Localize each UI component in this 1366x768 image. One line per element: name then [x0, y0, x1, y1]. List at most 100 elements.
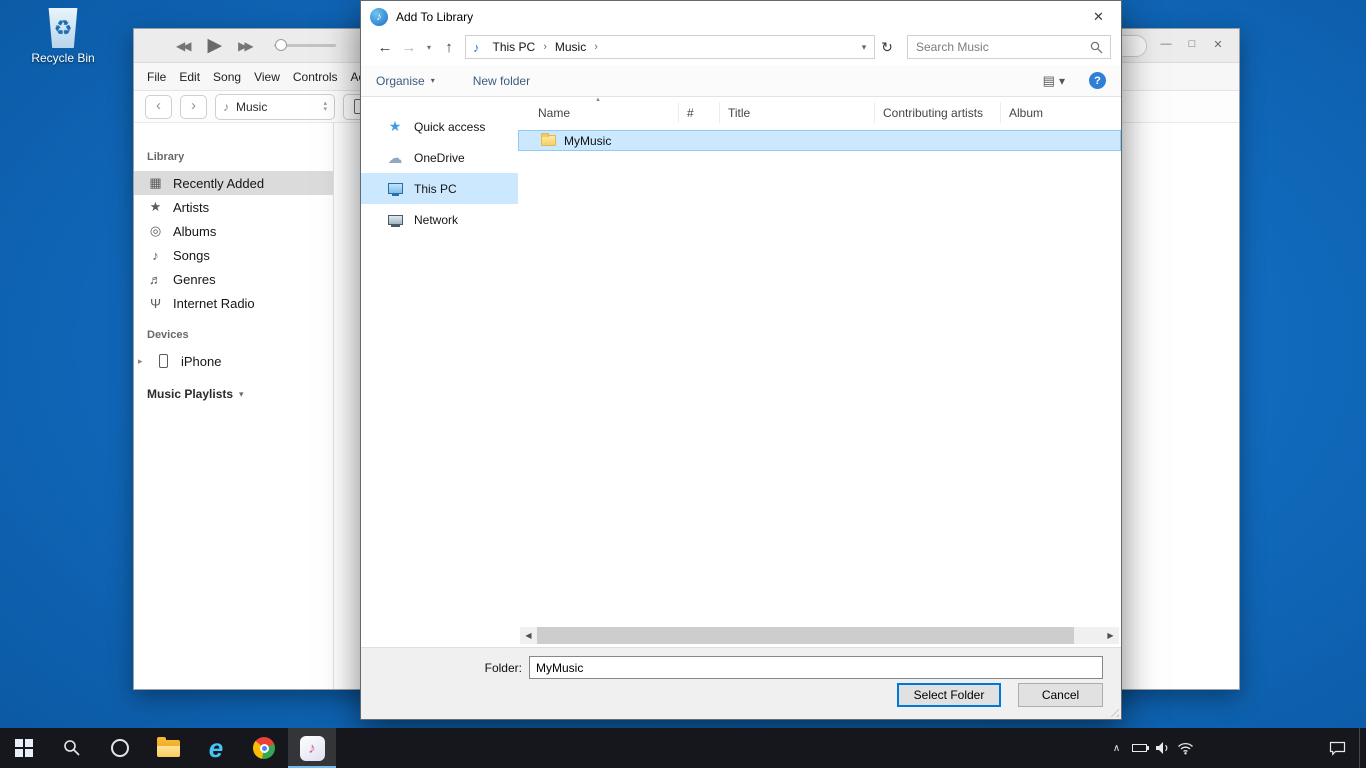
- breadcrumb-this-pc[interactable]: This PC: [486, 40, 543, 54]
- column-album[interactable]: Album: [1001, 102, 1121, 123]
- sidebar-item-albums[interactable]: ◎ Albums: [134, 219, 333, 243]
- volume-slider[interactable]: [274, 44, 336, 47]
- column-label: Album: [1009, 106, 1043, 120]
- show-desktop-button[interactable]: [1359, 728, 1366, 768]
- chrome-button[interactable]: [240, 728, 288, 768]
- sidebar-item-genres[interactable]: ♬ Genres: [134, 267, 333, 291]
- rewind-button[interactable]: ◀◀: [176, 39, 191, 53]
- sidebar-item-internet-radio[interactable]: Ψ Internet Radio: [134, 291, 333, 315]
- column-contributing-artists[interactable]: Contributing artists: [875, 102, 1001, 123]
- new-folder-label: New folder: [473, 74, 530, 88]
- minimize-button[interactable]: —: [1153, 31, 1179, 57]
- file-list-area: ▲ Name # Title Contributing artists Albu…: [518, 97, 1121, 647]
- file-row-mymusic[interactable]: MyMusic: [518, 130, 1121, 151]
- itunes-icon: ♪: [300, 736, 325, 761]
- recent-locations-dropdown[interactable]: ▾: [421, 43, 437, 52]
- cortana-button[interactable]: [96, 728, 144, 768]
- search-input[interactable]: [908, 40, 1083, 54]
- details-view-icon[interactable]: ▤: [1043, 73, 1055, 89]
- volume-knob[interactable]: [275, 39, 287, 51]
- address-bar[interactable]: ♪ This PC › Music › ▾: [465, 35, 875, 59]
- quick-access-star-icon: ★: [386, 118, 404, 135]
- caret-down-icon: ▾: [323, 107, 327, 113]
- scrollbar-thumb[interactable]: [537, 627, 1074, 644]
- system-tray: ∧: [1105, 728, 1197, 768]
- itunes-back-button[interactable]: ‹: [145, 95, 172, 119]
- sidebar-item-label: Artists: [173, 200, 209, 215]
- sidebar-item-label: Recently Added: [173, 176, 264, 191]
- chevron-down-icon: ▾: [431, 76, 435, 85]
- media-kind-label: Music: [236, 100, 267, 114]
- expander-icon[interactable]: ▸: [138, 356, 146, 367]
- action-center-button[interactable]: [1315, 728, 1359, 768]
- view-options: ▤ ▾ ?: [1043, 72, 1106, 89]
- up-button[interactable]: ↑: [437, 39, 461, 56]
- dialog-buttons: Select Folder Cancel: [897, 683, 1103, 707]
- itunes-forward-button[interactable]: ›: [180, 95, 207, 119]
- nav-item-this-pc[interactable]: This PC: [361, 173, 518, 204]
- cancel-button[interactable]: Cancel: [1018, 683, 1103, 707]
- music-playlists-header[interactable]: Music Playlists ▾: [134, 373, 333, 401]
- view-dropdown-icon[interactable]: ▾: [1059, 74, 1065, 88]
- fast-forward-button[interactable]: ▶▶: [238, 39, 253, 53]
- itunes-app-icon: ♪: [370, 8, 388, 26]
- playback-controls: ◀◀ ▶ ▶▶: [176, 34, 254, 57]
- menu-controls[interactable]: Controls: [293, 70, 338, 84]
- breadcrumb-music[interactable]: Music: [548, 40, 593, 54]
- sidebar-item-artists[interactable]: ★ Artists: [134, 195, 333, 219]
- play-button[interactable]: ▶: [207, 34, 222, 57]
- horizontal-scrollbar[interactable]: ◀ ▶: [520, 627, 1119, 644]
- add-to-library-dialog: ♪ Add To Library ✕ ← → ▾ ↑ ♪ This PC › M…: [360, 0, 1122, 720]
- dialog-close-button[interactable]: ✕: [1076, 2, 1121, 33]
- itunes-taskbar-button[interactable]: ♪: [288, 728, 336, 768]
- scroll-right-button[interactable]: ▶: [1102, 627, 1119, 644]
- close-button[interactable]: ✕: [1205, 31, 1231, 57]
- chevron-right-icon[interactable]: ›: [593, 41, 599, 53]
- resize-grip[interactable]: [1107, 705, 1119, 717]
- music-note-icon: ♪: [223, 100, 229, 114]
- search-icon[interactable]: [1083, 41, 1110, 54]
- maximize-button[interactable]: □: [1179, 31, 1205, 57]
- speaker-icon[interactable]: [1151, 728, 1174, 768]
- address-dropdown-icon[interactable]: ▾: [854, 42, 874, 53]
- select-folder-button[interactable]: Select Folder: [897, 683, 1001, 707]
- recycle-bin[interactable]: ♻ Recycle Bin: [26, 8, 100, 65]
- menu-edit[interactable]: Edit: [179, 70, 200, 84]
- sidebar-item-label: Songs: [173, 248, 210, 263]
- column-title[interactable]: Title: [720, 102, 875, 123]
- column-name[interactable]: Name: [518, 102, 679, 123]
- column-label: Name: [538, 106, 570, 120]
- cortana-icon: [111, 739, 129, 757]
- help-button[interactable]: ?: [1089, 72, 1106, 89]
- back-button[interactable]: ←: [373, 39, 397, 56]
- organise-button[interactable]: Organise ▾: [376, 74, 435, 88]
- menu-view[interactable]: View: [254, 70, 280, 84]
- scrollbar-track[interactable]: [537, 627, 1102, 644]
- nav-item-quick-access[interactable]: ★ Quick access: [361, 111, 518, 142]
- dialog-title: Add To Library: [396, 10, 473, 24]
- refresh-button[interactable]: ↻: [875, 35, 899, 59]
- dialog-content: ★ Quick access ☁ OneDrive This PC Networ…: [361, 97, 1121, 647]
- new-folder-button[interactable]: New folder: [473, 74, 530, 88]
- note-glyph: ♪: [308, 740, 316, 757]
- taskbar-search-button[interactable]: [48, 728, 96, 768]
- hidden-icons-chevron[interactable]: ∧: [1105, 728, 1128, 768]
- sidebar-item-songs[interactable]: ♪ Songs: [134, 243, 333, 267]
- column-number[interactable]: #: [679, 102, 720, 123]
- internet-explorer-button[interactable]: e: [192, 728, 240, 768]
- dialog-nav-bar: ← → ▾ ↑ ♪ This PC › Music › ▾ ↻: [361, 33, 1121, 65]
- forward-button[interactable]: →: [397, 39, 421, 56]
- nav-item-network[interactable]: Network: [361, 204, 518, 235]
- folder-name-input[interactable]: [529, 656, 1103, 679]
- menu-file[interactable]: File: [147, 70, 166, 84]
- sidebar-item-iphone[interactable]: ▸ iPhone: [134, 349, 333, 373]
- media-kind-selector[interactable]: ♪ Music ▴ ▾: [215, 94, 335, 120]
- start-button[interactable]: [0, 728, 48, 768]
- nav-item-onedrive[interactable]: ☁ OneDrive: [361, 142, 518, 173]
- sidebar-item-recently-added[interactable]: ▦ Recently Added: [134, 171, 333, 195]
- menu-song[interactable]: Song: [213, 70, 241, 84]
- scroll-left-button[interactable]: ◀: [520, 627, 537, 644]
- network-wifi-icon[interactable]: [1174, 728, 1197, 768]
- file-explorer-button[interactable]: [144, 728, 192, 768]
- battery-icon[interactable]: [1128, 728, 1151, 768]
